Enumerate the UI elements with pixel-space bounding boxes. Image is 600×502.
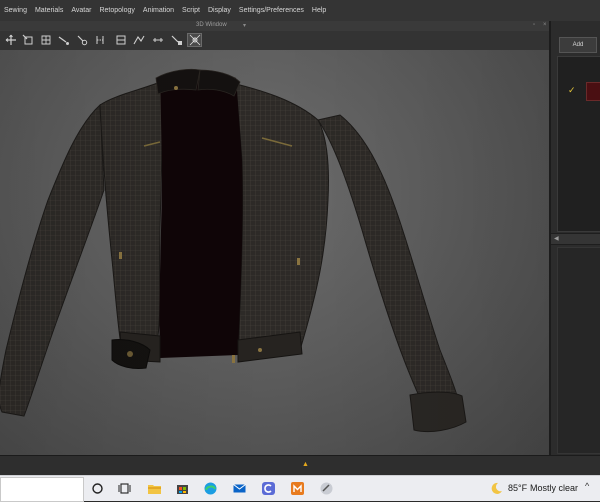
app-c-icon[interactable]	[260, 480, 277, 497]
menu-script[interactable]: Script	[178, 7, 204, 14]
panel-splitter[interactable]: ◀	[551, 233, 600, 245]
menu-settings-preferences[interactable]: Settings/Preferences	[235, 7, 308, 14]
select-mesh-icon[interactable]	[39, 34, 52, 46]
menu-materials[interactable]: Materials	[31, 7, 67, 14]
app-tool-icon[interactable]	[318, 480, 335, 497]
add-button[interactable]: Add	[559, 37, 597, 53]
bottom-panel-strip: ▲	[0, 455, 600, 476]
jacket-3d-model[interactable]	[0, 50, 549, 455]
transform-pin-icon[interactable]	[21, 34, 34, 46]
tape-icon[interactable]	[170, 34, 183, 46]
menu-avatar[interactable]: Avatar	[67, 7, 95, 14]
window-title: 3D Window	[196, 22, 227, 28]
window-dropdown-icon[interactable]: ▾	[243, 22, 246, 29]
3d-viewport[interactable]	[0, 50, 549, 455]
collapse-left-icon[interactable]: ◀	[554, 235, 559, 242]
selected-grid-icon[interactable]	[187, 33, 202, 47]
fabric-list: ✓	[557, 56, 600, 232]
edge-icon[interactable]	[202, 480, 219, 497]
store-icon[interactable]	[174, 480, 191, 497]
window-float-icon[interactable]: ▫	[533, 22, 535, 28]
task-view-icon[interactable]	[116, 480, 133, 497]
object-browser-panel: Add ✓ ◀	[549, 21, 600, 455]
menu-sewing[interactable]: Sewing	[0, 7, 31, 14]
pin-tool-icon[interactable]	[75, 34, 88, 46]
menu-retopology[interactable]: Retopology	[95, 7, 138, 14]
select-move-icon[interactable]	[4, 34, 17, 46]
menu-help[interactable]: Help	[308, 7, 330, 14]
taskbar-search-box[interactable]	[0, 477, 84, 502]
property-editor	[557, 247, 600, 454]
weather-condition[interactable]: Mostly clear	[530, 483, 578, 493]
fabric-swatch[interactable]	[586, 82, 600, 101]
file-explorer-icon[interactable]	[146, 480, 163, 497]
expand-up-icon[interactable]: ▲	[302, 461, 309, 468]
strengthen-icon[interactable]	[132, 34, 145, 46]
weather-temperature[interactable]: 85°F	[508, 483, 527, 493]
pin-box-icon[interactable]	[57, 34, 70, 46]
menu-animation[interactable]: Animation	[139, 7, 178, 14]
fold-arrange-icon[interactable]	[114, 34, 127, 46]
weather-moon-icon[interactable]	[489, 481, 504, 496]
viewport-toolbar	[0, 31, 552, 51]
windows-taskbar: 85°F Mostly clear ^	[0, 475, 600, 502]
window-close-icon[interactable]: ×	[543, 22, 547, 28]
menu-display[interactable]: Display	[204, 7, 235, 14]
measure-icon[interactable]	[151, 34, 164, 46]
tack-icon[interactable]	[93, 34, 106, 46]
tray-chevron-icon[interactable]: ^	[585, 481, 589, 491]
check-icon[interactable]: ✓	[568, 85, 576, 96]
menu-bar: Sewing Materials Avatar Retopology Anima…	[0, 0, 600, 22]
mail-icon[interactable]	[231, 480, 248, 497]
marvelous-designer-icon[interactable]	[289, 480, 306, 497]
start-cortana-icon[interactable]	[89, 480, 106, 497]
